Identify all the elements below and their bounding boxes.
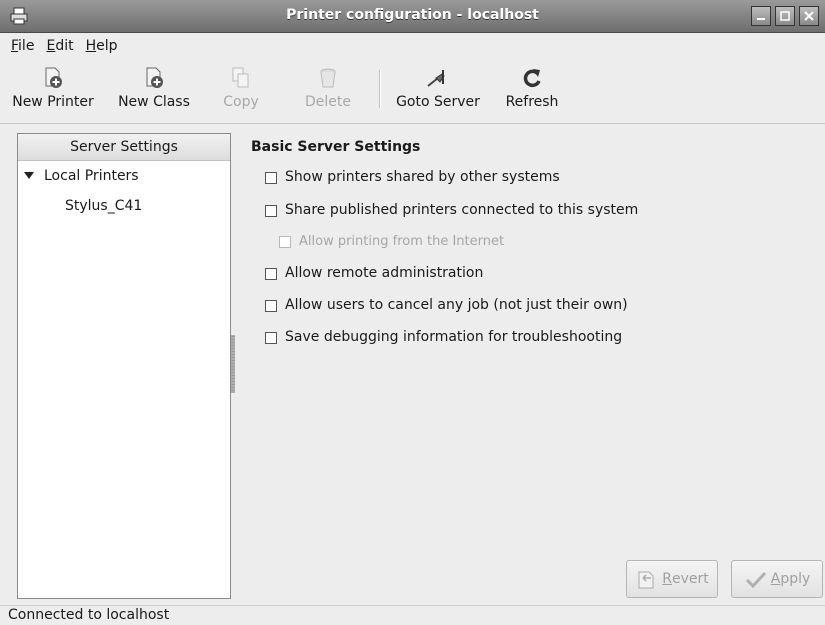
new-class-icon [146, 67, 163, 88]
new-class-label: New Class [118, 94, 190, 110]
new-class-button[interactable]: New Class [111, 58, 197, 120]
section-title: Basic Server Settings [251, 139, 421, 155]
expander-down-icon[interactable] [24, 172, 34, 179]
checkmark-icon [745, 571, 766, 589]
new-printer-label: New Printer [12, 94, 94, 110]
checkbox[interactable] [265, 299, 277, 312]
printer-label: Stylus_C41 [65, 198, 143, 214]
tree-item-printer[interactable]: Stylus_C41 [18, 191, 230, 221]
menu-edit[interactable]: Edit [40, 38, 79, 54]
status-bar: Connected to localhost [0, 605, 825, 625]
server-tree: Server Settings Local Printers Stylus_C4… [17, 133, 231, 599]
checkbox-label: Allow printing from the Internet [299, 234, 505, 249]
checkbox[interactable] [279, 236, 291, 248]
delete-button[interactable]: Delete [298, 58, 358, 120]
checkbox-share-printers[interactable]: Share published printers connected to th… [265, 202, 638, 218]
refresh-icon [523, 69, 541, 88]
delete-label: Delete [305, 94, 351, 110]
refresh-label: Refresh [505, 94, 559, 110]
copy-icon [232, 67, 249, 88]
checkbox-remote-administration[interactable]: Allow remote administration [265, 265, 483, 281]
trash-icon [320, 68, 336, 88]
checkbox[interactable] [265, 267, 277, 280]
title-bar: Printer configuration - localhost [0, 0, 825, 33]
pane-resize-handle[interactable] [231, 335, 235, 393]
close-icon [804, 11, 814, 21]
tree-item-server-settings[interactable]: Server Settings [18, 134, 230, 161]
goto-server-button[interactable]: Goto Server [390, 58, 486, 120]
goto-server-label: Goto Server [396, 94, 480, 110]
checkbox-allow-internet-printing[interactable]: Allow printing from the Internet [279, 234, 504, 249]
maximize-button[interactable] [775, 6, 795, 26]
maximize-icon [780, 11, 790, 21]
checkbox[interactable] [265, 331, 277, 344]
checkbox-label: Show printers shared by other systems [285, 169, 560, 185]
toolbar-separator [379, 70, 381, 108]
tree-item-local-printers[interactable]: Local Printers [18, 161, 230, 191]
checkbox-label: Allow users to cancel any job (not just … [285, 297, 628, 313]
minimize-button[interactable] [751, 6, 771, 26]
menu-help[interactable]: Help [80, 38, 124, 54]
menu-bar: File Edit Help [0, 33, 825, 58]
checkbox[interactable] [265, 171, 277, 184]
copy-button[interactable]: Copy [216, 58, 266, 120]
local-printers-label: Local Printers [44, 168, 139, 184]
revert-icon [638, 571, 654, 589]
toolbar: New Printer New Class Copy Delete Goto S… [0, 58, 825, 124]
plug-icon [427, 70, 445, 87]
checkbox-label: Save debugging information for troublesh… [285, 329, 623, 345]
checkbox-debug-logging[interactable]: Save debugging information for troublesh… [265, 329, 622, 345]
refresh-button[interactable]: Refresh [500, 58, 564, 120]
apply-button[interactable]: Apply [731, 560, 823, 598]
window-controls [751, 6, 819, 26]
new-printer-icon [45, 67, 62, 88]
revert-button[interactable]: Revert [626, 560, 718, 598]
checkbox-label: Allow remote administration [285, 265, 484, 281]
minimize-icon [757, 18, 765, 20]
menu-file[interactable]: File [5, 38, 40, 54]
new-printer-button[interactable]: New Printer [0, 58, 106, 120]
window-title: Printer configuration - localhost [286, 7, 539, 23]
close-button[interactable] [799, 6, 819, 26]
checkbox-label: Share published printers connected to th… [285, 202, 639, 218]
checkbox-show-shared-printers[interactable]: Show printers shared by other systems [265, 169, 560, 185]
checkbox[interactable] [265, 204, 277, 217]
copy-label: Copy [223, 94, 259, 110]
checkbox-cancel-any-job[interactable]: Allow users to cancel any job (not just … [265, 297, 628, 313]
